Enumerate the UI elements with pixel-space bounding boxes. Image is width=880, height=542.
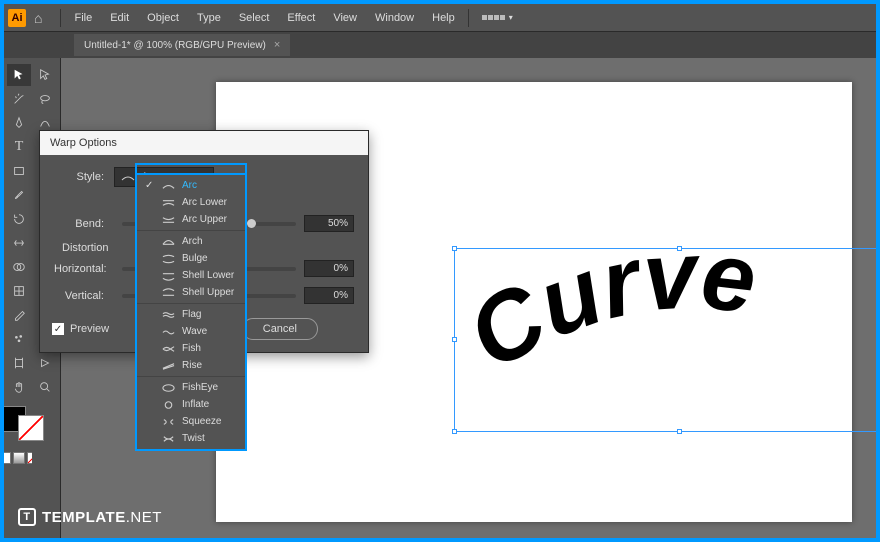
style-dropdown[interactable]: ✓Arc Arc Lower Arc Upper Arch Bulge Shel… <box>135 173 247 451</box>
menu-file[interactable]: File <box>65 12 101 24</box>
dropdown-item-rise[interactable]: Rise <box>137 357 245 374</box>
hand-tool-icon[interactable] <box>7 376 31 398</box>
document-tab-bar: Untitled-1* @ 100% (RGB/GPU Preview) × <box>4 32 876 58</box>
dropdown-item-bulge[interactable]: Bulge <box>137 250 245 267</box>
menu-object[interactable]: Object <box>138 12 188 24</box>
mesh-tool-icon[interactable] <box>7 280 31 302</box>
menu-type[interactable]: Type <box>188 12 230 24</box>
document-tab-title: Untitled-1* @ 100% (RGB/GPU Preview) <box>84 40 266 51</box>
eyedropper-tool-icon[interactable] <box>7 304 31 326</box>
document-tab[interactable]: Untitled-1* @ 100% (RGB/GPU Preview) × <box>74 34 290 56</box>
menu-window[interactable]: Window <box>366 12 423 24</box>
app-logo-icon: Ai <box>8 9 26 27</box>
style-label: Style: <box>54 171 114 183</box>
dropdown-item-wave[interactable]: Wave <box>137 323 245 340</box>
selection-tool-icon[interactable] <box>7 64 31 86</box>
menu-view[interactable]: View <box>324 12 366 24</box>
close-icon[interactable]: × <box>274 39 280 51</box>
dropdown-item-inflate[interactable]: Inflate <box>137 396 245 413</box>
dropdown-item-arch[interactable]: Arch <box>137 233 245 250</box>
home-icon[interactable]: ⌂ <box>34 10 42 26</box>
dropdown-item-arc[interactable]: ✓Arc <box>137 177 245 194</box>
cancel-button[interactable]: Cancel <box>242 318 318 340</box>
dropdown-item-shell-lower[interactable]: Shell Lower <box>137 267 245 284</box>
direct-selection-tool-icon[interactable] <box>33 64 57 86</box>
menu-edit[interactable]: Edit <box>101 12 138 24</box>
horizontal-label: Horizontal: <box>54 263 114 275</box>
width-tool-icon[interactable] <box>7 232 31 254</box>
magic-wand-tool-icon[interactable] <box>7 88 31 110</box>
vertical-value[interactable]: 0% <box>304 287 354 304</box>
rotate-tool-icon[interactable] <box>7 208 31 230</box>
dropdown-item-flag[interactable]: Flag <box>137 306 245 323</box>
dropdown-item-arc-upper[interactable]: Arc Upper <box>137 211 245 228</box>
bend-label: Bend: <box>54 218 114 230</box>
app-window: Ai ⌂ File Edit Object Type Select Effect… <box>4 4 876 538</box>
symbol-sprayer-tool-icon[interactable] <box>7 328 31 350</box>
bend-value[interactable]: 50% <box>304 215 354 232</box>
lasso-tool-icon[interactable] <box>33 88 57 110</box>
dropdown-item-squeeze[interactable]: Squeeze <box>137 413 245 430</box>
rectangle-tool-icon[interactable] <box>7 160 31 182</box>
dropdown-item-fish[interactable]: Fish <box>137 340 245 357</box>
color-swatches[interactable] <box>4 406 38 444</box>
pen-tool-icon[interactable] <box>7 112 31 134</box>
dropdown-item-twist[interactable]: Twist <box>137 430 245 447</box>
dropdown-item-shell-upper[interactable]: Shell Upper <box>137 284 245 301</box>
type-tool-icon[interactable]: T <box>7 136 31 158</box>
horizontal-value[interactable]: 0% <box>304 260 354 277</box>
menu-bar: Ai ⌂ File Edit Object Type Select Effect… <box>4 4 876 32</box>
slice-tool-icon[interactable] <box>33 352 57 374</box>
dropdown-item-fisheye[interactable]: FishEye <box>137 379 245 396</box>
layout-switcher-icon[interactable]: ▾ <box>473 13 522 22</box>
dropdown-item-arc-lower[interactable]: Arc Lower <box>137 194 245 211</box>
preview-checkbox[interactable]: ✓Preview <box>52 323 109 335</box>
watermark-logo-icon: T <box>18 508 36 526</box>
shape-builder-tool-icon[interactable] <box>7 256 31 278</box>
vertical-label: Vertical: <box>54 290 114 302</box>
dialog-title: Warp Options <box>40 131 368 155</box>
artboard-tool-icon[interactable] <box>7 352 31 374</box>
menu-help[interactable]: Help <box>423 12 464 24</box>
menu-effect[interactable]: Effect <box>278 12 324 24</box>
menu-select[interactable]: Select <box>230 12 279 24</box>
selection-bounding-box[interactable] <box>454 248 876 432</box>
paintbrush-tool-icon[interactable] <box>7 184 31 206</box>
watermark: T TEMPLATE.NET <box>18 508 162 526</box>
zoom-tool-icon[interactable] <box>33 376 57 398</box>
stroke-swatch[interactable] <box>18 415 44 441</box>
